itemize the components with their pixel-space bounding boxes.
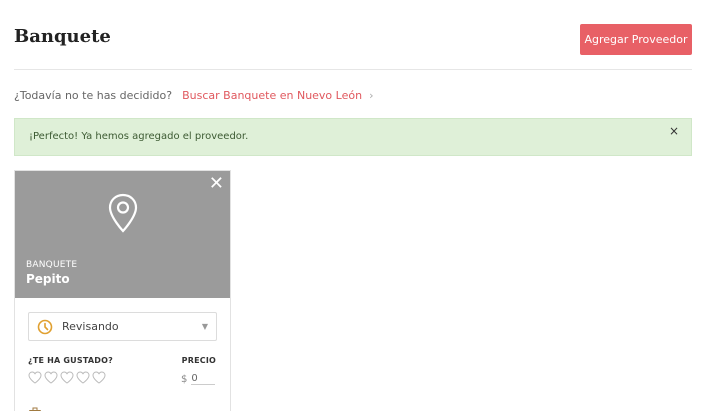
chevron-down-icon: ▼ [201,322,208,331]
remove-vendor-icon[interactable]: ✕ [209,174,224,194]
vendor-name: Pepito [26,272,70,286]
page-title: Banquete [14,26,111,47]
vendor-category: BANQUETE [26,260,78,270]
alert-message: ¡Perfecto! Ya hemos agregado el proveedo… [29,131,249,142]
heart-icon[interactable] [28,371,42,384]
chevron-right-icon: › [369,89,374,102]
currency-symbol: $ [181,373,188,385]
heart-icon[interactable] [76,371,90,384]
heart-icon[interactable] [92,371,106,384]
alert-close-icon[interactable]: × [669,124,679,138]
status-dropdown[interactable]: Revisando ▼ [28,312,217,341]
price-input[interactable] [191,373,216,385]
status-value: Revisando [62,320,119,333]
page-header: Banquete Agregar Proveedor [14,24,692,56]
heart-icon[interactable] [60,371,74,384]
undecided-prompt: ¿Todavía no te has decidido? Buscar Banq… [14,89,373,102]
price-label: PRECIO [181,356,216,365]
undecided-question: ¿Todavía no te has decidido? [14,89,173,102]
heart-icon[interactable] [44,371,58,384]
price-field: $ [181,371,216,387]
liked-label: ¿TE HA GUSTADO? [28,356,113,365]
clock-icon [37,319,53,335]
briefcase-icon [29,407,41,411]
rating-hearts [28,371,106,384]
location-pin-icon [108,193,138,233]
add-vendor-button[interactable]: Agregar Proveedor [580,24,692,55]
search-vendor-link[interactable]: Buscar Banquete en Nuevo León [182,89,362,102]
header-divider [14,69,692,70]
vendor-card-header: ✕ BANQUETE Pepito [15,171,230,298]
vendor-card: ✕ BANQUETE Pepito Revisando ▼ ¿TE HA GUS… [14,170,231,411]
success-alert: ¡Perfecto! Ya hemos agregado el proveedo… [14,118,692,156]
